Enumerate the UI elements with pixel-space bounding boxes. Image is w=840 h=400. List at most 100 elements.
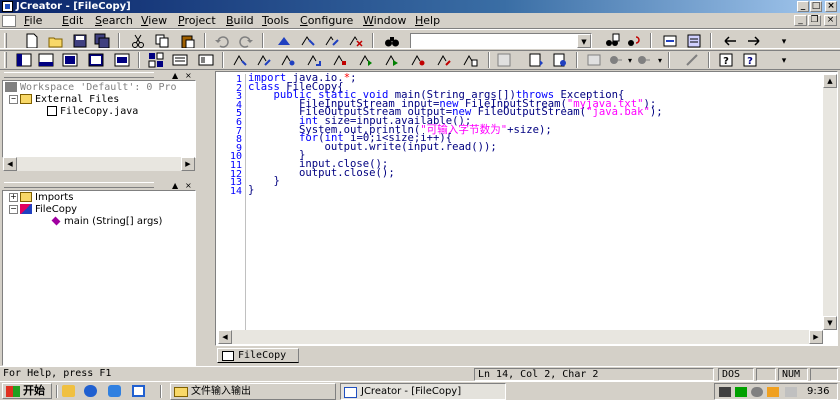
scroll-right-icon[interactable]: ▶ bbox=[809, 330, 823, 344]
step-over-dropdown-icon[interactable]: ▾ bbox=[652, 52, 668, 68]
insert-member-icon[interactable] bbox=[172, 52, 188, 68]
vertical-scrollbar[interactable]: ▲ ▼ bbox=[823, 74, 837, 330]
menu-edit[interactable]: Edit bbox=[62, 14, 83, 28]
output-view-icon[interactable] bbox=[38, 52, 54, 68]
menu-build[interactable]: Build bbox=[226, 14, 254, 28]
find-in-files-icon[interactable] bbox=[604, 33, 620, 49]
paste-icon[interactable] bbox=[180, 33, 196, 49]
fullscreen-icon[interactable] bbox=[62, 52, 78, 68]
cut-icon[interactable] bbox=[130, 33, 146, 49]
java-docs-icon[interactable] bbox=[552, 52, 568, 68]
new-class-icon[interactable] bbox=[528, 52, 544, 68]
menu-window[interactable]: Window bbox=[363, 14, 406, 28]
toggle-breakpoint-icon[interactable] bbox=[496, 52, 512, 68]
pane-grip[interactable] bbox=[4, 182, 154, 188]
horizontal-scrollbar[interactable]: ◀ ▶ bbox=[3, 157, 195, 171]
expand-toggle-icon[interactable]: + bbox=[9, 192, 18, 202]
menu-view[interactable]: View bbox=[141, 14, 167, 28]
code-line[interactable]: } bbox=[248, 185, 254, 195]
pane-close-icon[interactable]: × bbox=[185, 71, 192, 80]
internet-explorer-icon[interactable] bbox=[84, 385, 97, 397]
scroll-left-icon[interactable]: ◀ bbox=[3, 157, 17, 171]
chevron-down-icon[interactable]: ▼ bbox=[577, 34, 591, 48]
bookmark-next-icon[interactable] bbox=[300, 33, 316, 49]
window-cascade-icon[interactable] bbox=[88, 52, 104, 68]
collapse-toggle-icon[interactable]: − bbox=[9, 94, 18, 104]
compile-file-icon[interactable] bbox=[232, 52, 248, 68]
options-icon[interactable] bbox=[684, 52, 700, 68]
minimize-button[interactable]: _ bbox=[797, 1, 809, 12]
find-in-project-icon[interactable] bbox=[686, 33, 702, 49]
jcreator-app-icon[interactable] bbox=[2, 1, 13, 12]
volume-icon[interactable] bbox=[751, 387, 763, 397]
keyboard-icon[interactable] bbox=[719, 387, 731, 397]
maximize-button[interactable]: □ bbox=[810, 1, 822, 12]
toolbar-grip[interactable] bbox=[4, 52, 7, 68]
external-files-folder[interactable]: − External Files bbox=[9, 94, 119, 106]
code-editor[interactable]: 1 2 3 4 5 6 7 8 9 10 11 12 13 14 import … bbox=[215, 71, 838, 346]
workspace-root-item[interactable]: Workspace 'Default': 0 Pro bbox=[5, 82, 177, 94]
menu-help[interactable]: Help bbox=[415, 14, 440, 28]
tab-filecopy[interactable]: FileCopy bbox=[217, 348, 299, 363]
quicklaunch-icon-1[interactable] bbox=[62, 385, 75, 397]
step-over-icon[interactable] bbox=[636, 52, 652, 68]
forward-arrow-icon[interactable] bbox=[746, 33, 762, 49]
pane-close-icon[interactable]: × bbox=[185, 181, 192, 190]
find-combo-box[interactable]: ▼ bbox=[410, 33, 592, 49]
mdi-minimize-button[interactable]: _ bbox=[794, 15, 807, 26]
execute-project-icon[interactable] bbox=[384, 52, 400, 68]
weather-icon[interactable] bbox=[767, 387, 779, 397]
execute-file-icon[interactable] bbox=[358, 52, 374, 68]
redo-icon[interactable] bbox=[238, 33, 254, 49]
menu-project[interactable]: Project bbox=[178, 14, 216, 28]
debug-window-icon[interactable] bbox=[586, 52, 602, 68]
scroll-right-icon[interactable]: ▶ bbox=[181, 157, 195, 171]
javadoc-icon[interactable] bbox=[462, 52, 478, 68]
filecopy-java-file[interactable]: FileCopy.java bbox=[47, 106, 138, 118]
menu-configure[interactable]: Configure bbox=[300, 14, 353, 28]
start-button[interactable]: 开始 bbox=[2, 383, 52, 399]
mdi-restore-button[interactable]: ❐ bbox=[808, 15, 821, 26]
stop-build-icon[interactable] bbox=[332, 52, 348, 68]
task-folder-button[interactable]: 文件输入输出 bbox=[170, 383, 336, 400]
document-icon[interactable] bbox=[2, 15, 16, 27]
task-jcreator-button[interactable]: JCreator - [FileCopy] bbox=[340, 383, 506, 400]
debug-file-icon[interactable] bbox=[410, 52, 426, 68]
main-method-node[interactable]: main (String[] args) bbox=[51, 216, 162, 228]
horizontal-scrollbar[interactable]: ◀ ▶ bbox=[218, 330, 823, 344]
scroll-down-icon[interactable]: ▼ bbox=[823, 316, 837, 330]
close-button[interactable]: × bbox=[825, 1, 837, 12]
compile-project-icon[interactable] bbox=[256, 52, 272, 68]
pane-grip[interactable] bbox=[4, 72, 154, 78]
workspace-view-icon[interactable] bbox=[16, 52, 32, 68]
mdi-close-button[interactable]: × bbox=[824, 15, 837, 26]
network-icon[interactable] bbox=[735, 387, 747, 397]
outlook-express-icon[interactable] bbox=[108, 385, 121, 397]
back-arrow-icon[interactable] bbox=[722, 33, 738, 49]
find-binoculars-icon[interactable] bbox=[384, 33, 400, 49]
tray-icon[interactable] bbox=[785, 387, 797, 397]
replace-icon[interactable] bbox=[626, 33, 642, 49]
menu-tools[interactable]: Tools bbox=[262, 14, 289, 28]
context-help-icon[interactable]: ? bbox=[742, 52, 758, 68]
undo-icon[interactable] bbox=[214, 33, 230, 49]
debug-project-icon[interactable] bbox=[436, 52, 452, 68]
scroll-up-icon[interactable]: ▲ bbox=[823, 74, 837, 88]
open-folder-icon[interactable] bbox=[48, 33, 64, 49]
title-bar[interactable]: JCreator - [FileCopy] _ □ × bbox=[0, 0, 840, 13]
bookmark-prev-icon[interactable] bbox=[324, 33, 340, 49]
toolbar-options-chevron-icon[interactable]: ▾ bbox=[776, 52, 792, 68]
clock[interactable]: 9:36 bbox=[807, 384, 829, 399]
menu-search[interactable]: Search bbox=[95, 14, 133, 28]
filecopy-class-node[interactable]: − FileCopy bbox=[9, 204, 77, 216]
imports-node[interactable]: + Imports bbox=[9, 192, 73, 204]
properties-icon[interactable] bbox=[198, 52, 214, 68]
class-wizard-icon[interactable] bbox=[148, 52, 164, 68]
help-question-icon[interactable]: ? bbox=[718, 52, 734, 68]
rebuild-project-icon[interactable] bbox=[306, 52, 322, 68]
pane-minimize-icon[interactable]: ▲ bbox=[172, 181, 178, 190]
build-project-icon[interactable] bbox=[280, 52, 296, 68]
bookmark-clear-icon[interactable] bbox=[348, 33, 364, 49]
menu-file[interactable]: File bbox=[24, 14, 42, 28]
toolbar-options-chevron-icon[interactable]: ▾ bbox=[776, 33, 792, 49]
